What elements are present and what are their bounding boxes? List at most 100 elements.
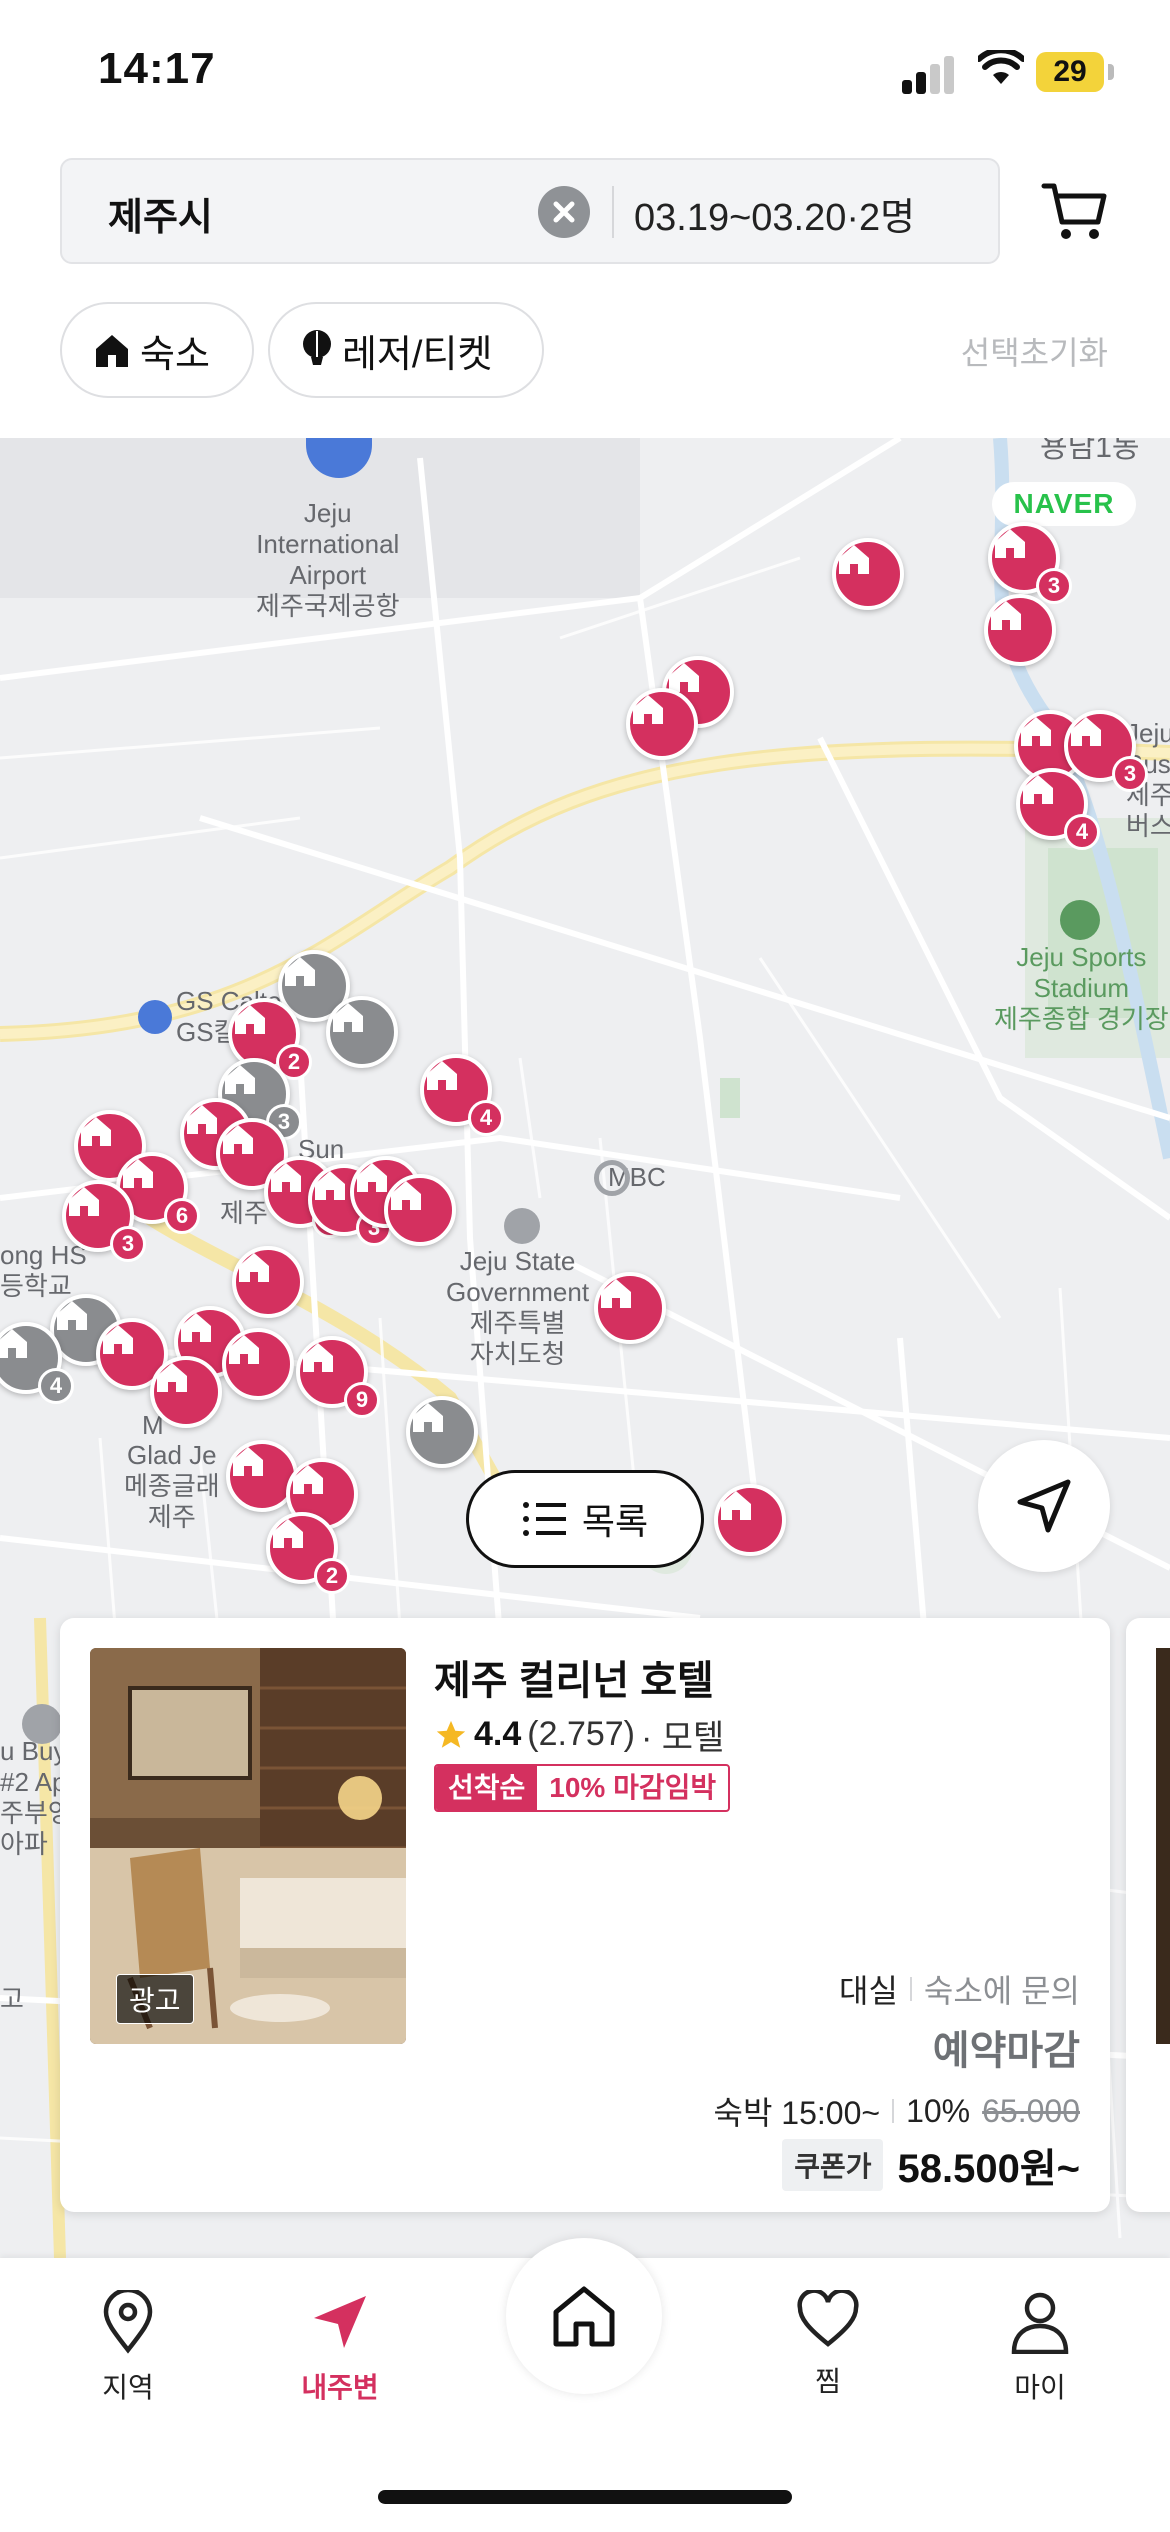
poi-apartment-icon: [22, 1704, 62, 1744]
cluster-count: 4: [468, 1100, 504, 1136]
home-icon: [96, 335, 128, 367]
home-icon: [235, 1005, 265, 1034]
chip-label: 숙소: [140, 333, 210, 376]
home-icon: [1071, 717, 1101, 746]
my-location-button[interactable]: [978, 1440, 1110, 1572]
divider: [892, 2099, 895, 2123]
discount-rate: 10%: [906, 2092, 971, 2129]
home-icon: [157, 1363, 187, 1392]
battery-tip: [1108, 64, 1114, 80]
cart-icon: [1041, 183, 1107, 239]
home-icon: [239, 1253, 269, 1282]
home-icon: [293, 1465, 323, 1494]
accommodation-marker[interactable]: [384, 1174, 456, 1246]
accommodation-marker[interactable]: 4: [1016, 768, 1100, 850]
home-icon: [333, 1003, 363, 1032]
home-icon: [413, 1403, 443, 1432]
tab-nearby[interactable]: 내주변: [270, 2290, 410, 2406]
home-icon: [233, 1447, 263, 1476]
hotel-card[interactable]: 광고 제주 컬리넌 호텔 4.4 (2.757) · 모텔 선착순 10% 마감…: [60, 1618, 1110, 2212]
cart-button[interactable]: [1040, 178, 1110, 244]
reset-filters-link[interactable]: 선택초기화: [961, 328, 1108, 374]
accommodation-marker[interactable]: [832, 538, 904, 610]
accommodation-marker[interactable]: 2: [266, 1512, 350, 1594]
accommodation-marker[interactable]: 4: [420, 1054, 504, 1136]
tab-favorites[interactable]: 찜: [758, 2290, 898, 2400]
accommodation-marker[interactable]: [232, 1246, 304, 1318]
accommodation-marker[interactable]: 3: [62, 1180, 146, 1262]
accommodation-marker[interactable]: 3: [988, 522, 1072, 604]
list-view-button[interactable]: 목록: [466, 1470, 704, 1568]
tab-label: 지역: [102, 2372, 154, 2403]
clear-search-button[interactable]: [538, 186, 590, 238]
date-guest-selector[interactable]: 03.19~03.20·2명: [634, 186, 915, 241]
next-hotel-thumbnail: [1156, 1648, 1170, 2044]
promo-badge: 선착순 10% 마감임박: [434, 1764, 731, 1812]
star-icon: [436, 1720, 466, 1748]
home-icon: [273, 1519, 303, 1548]
reservation-status: 예약마감: [932, 2029, 1080, 2073]
poi-stadium-icon: [1060, 900, 1100, 940]
naver-logo: NAVER: [992, 482, 1136, 526]
battery-level: 29: [1036, 52, 1104, 92]
home-icon: [225, 1065, 255, 1094]
map-label-district: 용담1동: [1040, 438, 1140, 464]
unavailable-marker[interactable]: [406, 1396, 478, 1468]
overnight-row: 숙박 15:00~ 10% 65.000: [714, 2088, 1080, 2134]
accommodation-marker[interactable]: [594, 1272, 666, 1344]
chip-leisure[interactable]: 레저/티켓: [268, 302, 544, 398]
cluster-count: 4: [1064, 814, 1100, 850]
chip-label: 레저/티켓: [342, 333, 493, 376]
unavailable-marker[interactable]: [326, 996, 398, 1068]
wifi-icon: [976, 47, 1026, 91]
cluster-count: 6: [164, 1198, 200, 1234]
home-icon: [103, 1325, 133, 1354]
poi-mbc-icon: [594, 1160, 630, 1196]
original-price: 65.000: [982, 2092, 1080, 2129]
day-use-info: 숙소에 문의: [923, 1973, 1080, 2009]
search-query[interactable]: 제주시: [108, 186, 213, 241]
chip-accommodation[interactable]: 숙소: [60, 302, 254, 398]
home-icon: [123, 1159, 153, 1188]
map-label-government: Jeju State Government 제주특별 자치도청: [446, 1246, 590, 1369]
tab-region[interactable]: 지역: [58, 2290, 198, 2406]
coupon-price-tag: 쿠폰가: [782, 2139, 884, 2191]
home-icon: [81, 1117, 111, 1146]
search-divider: [612, 186, 614, 238]
accommodation-marker[interactable]: [984, 594, 1056, 666]
coupon-price: 58.500원~: [897, 2147, 1080, 2191]
balloon-icon: [303, 330, 331, 365]
accommodation-marker[interactable]: [222, 1328, 294, 1400]
home-icon: [223, 1125, 253, 1154]
tab-my[interactable]: 마이: [970, 2290, 1110, 2406]
poi-gas-icon: [138, 1000, 172, 1034]
home-icon: [1023, 775, 1053, 804]
map-label-airport: Jeju International Airport 제주국제공항: [256, 498, 400, 621]
cluster-count: 4: [38, 1368, 74, 1404]
navigation-arrow-icon: [314, 2296, 366, 2348]
accommodation-marker[interactable]: [714, 1484, 786, 1556]
close-icon: [553, 201, 575, 223]
map-label-glad: Glad Je 메종글래 제주: [124, 1440, 220, 1532]
accommodation-marker[interactable]: [626, 688, 698, 760]
price-row: 쿠폰가 58.500원~: [782, 2136, 1080, 2194]
home-icon: [0, 1329, 27, 1358]
home-icon: [303, 1343, 333, 1372]
tab-label: 마이: [1014, 2372, 1066, 2403]
map-label-school: 고: [0, 1984, 24, 2014]
cluster-count: 9: [344, 1382, 380, 1418]
accommodation-marker[interactable]: [150, 1356, 222, 1428]
accommodation-marker[interactable]: 9: [296, 1336, 380, 1418]
accommodation-marker[interactable]: 3: [1064, 710, 1148, 792]
list-view-label: 목록: [581, 1501, 649, 1542]
next-hotel-card[interactable]: [1126, 1618, 1170, 2212]
navigation-arrow-icon: [1017, 1479, 1071, 1533]
home-icon: [187, 1105, 217, 1134]
hotel-name[interactable]: 제주 컬리넌 호텔: [434, 1648, 714, 1706]
home-button[interactable]: [506, 2238, 662, 2394]
map-label-hs: ong HS 등학교: [0, 1240, 87, 1301]
map-label-jeju: 제주: [220, 1198, 268, 1228]
cluster-count: 3: [110, 1226, 146, 1262]
cluster-count: 3: [1036, 568, 1072, 604]
home-icon: [601, 1279, 631, 1308]
